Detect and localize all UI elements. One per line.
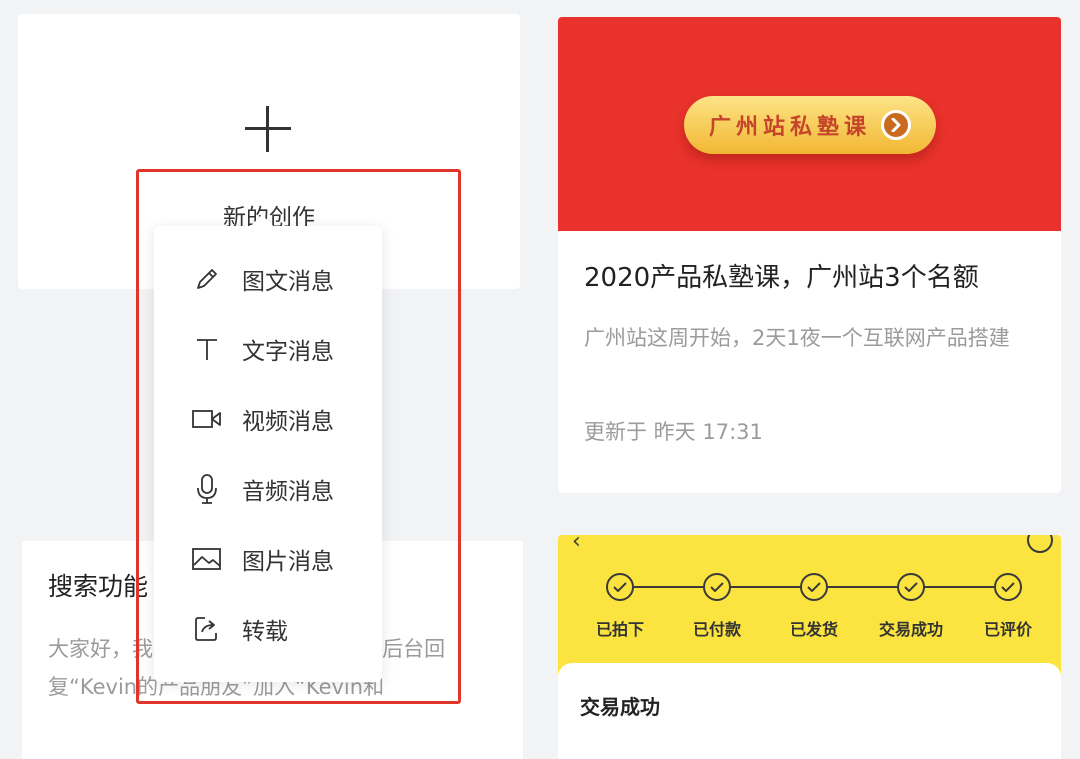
article-title: 搜索功能 (48, 572, 149, 601)
step-label: 已评价 (983, 620, 1032, 639)
article-title: 2020产品私塾课，广州站3个名额 (584, 263, 979, 293)
highlight-box (136, 169, 461, 704)
info-icon (1027, 535, 1053, 553)
check-icon (703, 573, 731, 601)
progress-step: 已拍下 (575, 573, 665, 640)
step-label: 已拍下 (595, 620, 644, 639)
progress-step: 已发货 (769, 573, 859, 640)
check-icon (897, 573, 925, 601)
article-card-right[interactable]: 广州站私塾课 2020产品私塾课，广州站3个名额 广州站这周开始，2天1夜一个互… (558, 17, 1061, 493)
article-banner: 广州站私塾课 (558, 17, 1061, 231)
order-progress-card[interactable]: ‹ 已拍下 已付款 已发货 交易成功 已评价 交易成功 (558, 535, 1061, 759)
progress-step: 已付款 (672, 573, 762, 640)
progress-step: 已评价 (963, 573, 1053, 640)
banner-text: 广州站私塾课 (708, 115, 871, 140)
step-label: 交易成功 (878, 620, 943, 639)
check-icon (800, 573, 828, 601)
step-label: 已付款 (692, 620, 741, 639)
plus-icon[interactable] (245, 106, 291, 152)
article-description: 广州站这周开始，2天1夜一个互联网产品搭建 (584, 326, 1010, 350)
status-panel: 交易成功 (558, 663, 1061, 759)
step-label: 已发货 (789, 620, 838, 639)
status-title: 交易成功 (580, 695, 660, 719)
arrow-right-icon (881, 110, 911, 140)
progress-step: 交易成功 (866, 573, 956, 640)
banner-pill: 广州站私塾课 (684, 96, 936, 154)
article-updated-time: 更新于 昨天 17:31 (584, 420, 763, 444)
back-chevron-icon: ‹ (572, 535, 581, 554)
check-icon (606, 573, 634, 601)
check-icon (994, 573, 1022, 601)
